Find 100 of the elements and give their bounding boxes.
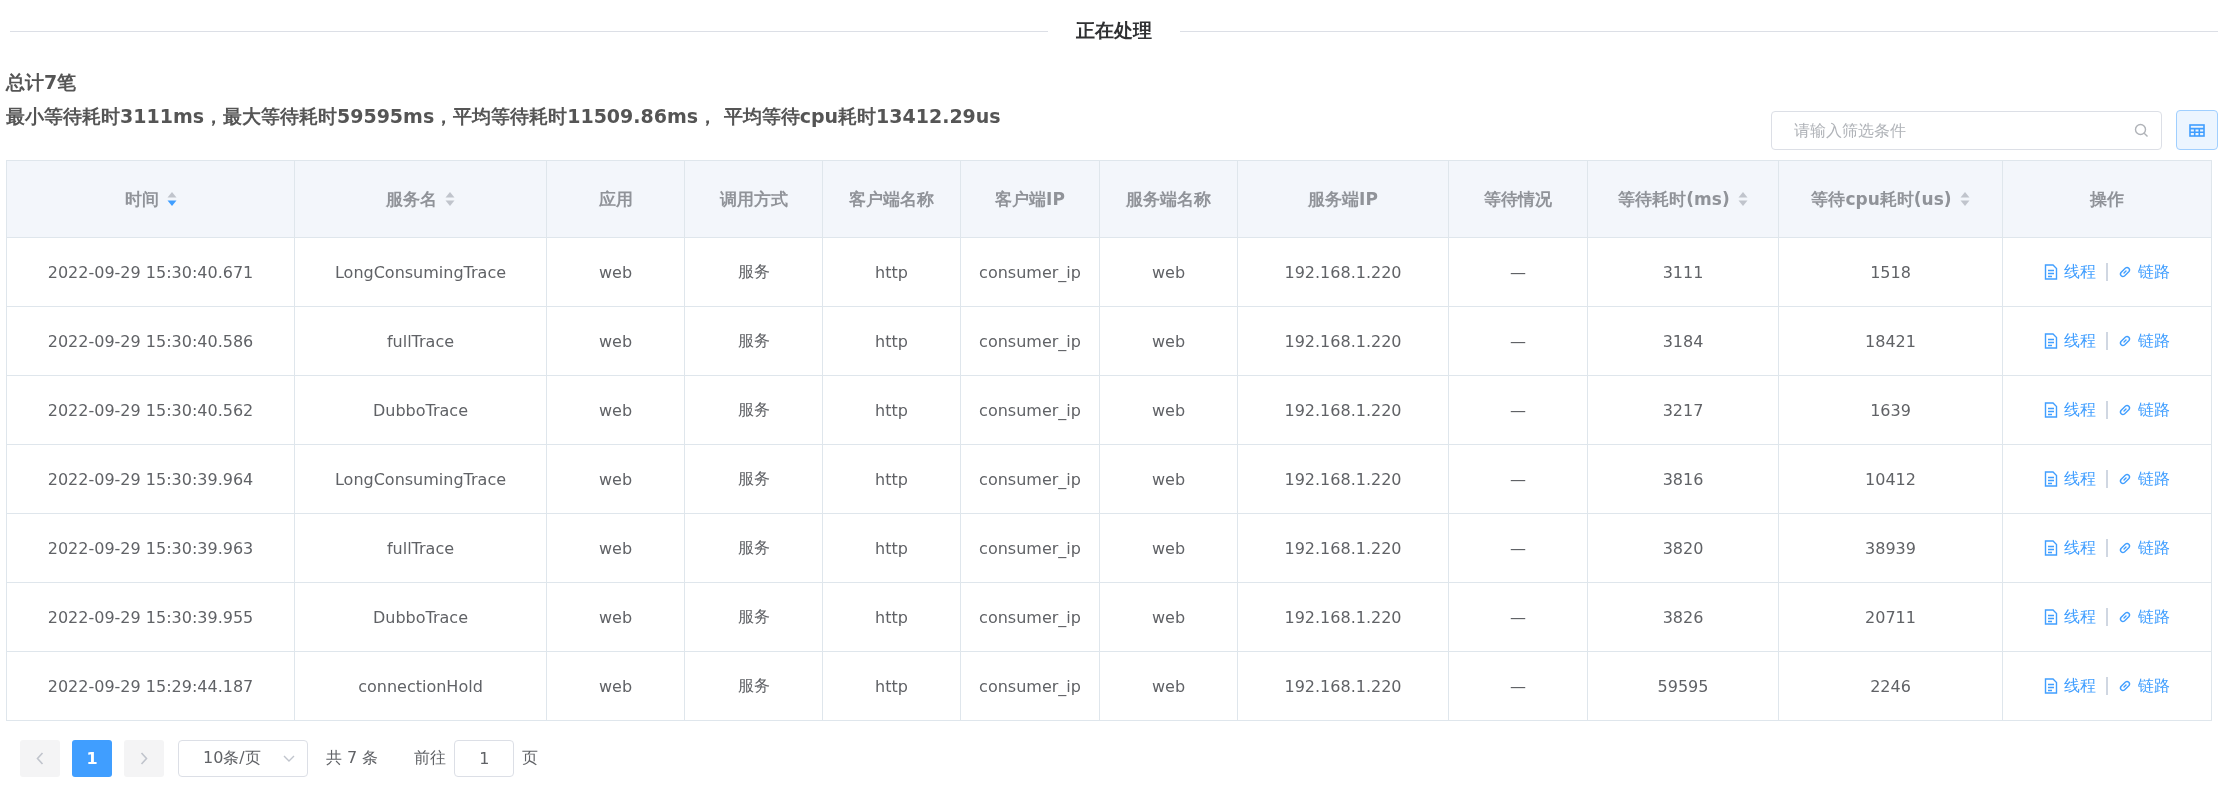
table-cell: — [1448, 306, 1588, 376]
page-size-select[interactable]: 10条/页 [178, 740, 308, 777]
table-cell: http [822, 651, 961, 721]
table-cell: web [546, 237, 685, 307]
table-cell: — [1448, 513, 1588, 583]
thread-link[interactable]: 线程 [2044, 330, 2096, 352]
thread-link[interactable]: 线程 [2044, 261, 2096, 283]
trace-link[interactable]: 链路 [2118, 675, 2170, 697]
trace-link[interactable]: 链路 [2118, 330, 2170, 352]
table-cell: consumer_ip [960, 513, 1100, 583]
table-cell: 3826 [1587, 582, 1779, 652]
total-label: 共 7 条 [326, 748, 379, 769]
column-header: 客户端IP [995, 187, 1065, 211]
sort-icon[interactable] [445, 191, 455, 207]
page-suffix-label: 页 [522, 748, 539, 769]
table-cell: web [546, 375, 685, 445]
document-icon [2044, 471, 2058, 487]
column-header: 调用方式 [719, 187, 788, 211]
search-input[interactable]: 请输入筛选条件 [1792, 119, 2134, 141]
table-cell: web [1099, 237, 1238, 307]
table-cell: web [1099, 306, 1238, 376]
thread-link[interactable]: 线程 [2044, 606, 2096, 628]
table-cell: web [546, 444, 685, 514]
sort-icon[interactable] [1737, 191, 1748, 207]
document-icon [2044, 333, 2058, 349]
table-cell: 192.168.1.220 [1237, 306, 1449, 376]
table-cell: http [822, 444, 961, 514]
table-cell: 服务 [684, 444, 823, 514]
trace-link[interactable]: 链路 [2118, 606, 2170, 628]
column-header: 客户端名称 [849, 187, 934, 211]
table-cell: 192.168.1.220 [1237, 444, 1449, 514]
table-cell: 服务 [684, 513, 823, 583]
table-cell: http [822, 375, 961, 445]
total-count: 总计7笔 [6, 70, 78, 95]
document-icon [2044, 264, 2058, 280]
search-field[interactable]: 请输入筛选条件 [1771, 110, 2162, 150]
sort-icon[interactable] [1959, 191, 1970, 207]
table-cell: consumer_ip [960, 237, 1100, 307]
table-cell: 192.168.1.220 [1237, 513, 1449, 583]
column-header[interactable]: 时间 [124, 187, 159, 211]
table-cell: consumer_ip [960, 444, 1100, 514]
table-cell: 1518 [1778, 237, 2003, 307]
table-cell: fullTrace [294, 513, 547, 583]
thread-link[interactable]: 线程 [2044, 537, 2096, 559]
table-view-button[interactable] [2176, 110, 2218, 150]
link-icon [2118, 334, 2132, 348]
thread-link[interactable]: 线程 [2044, 675, 2096, 697]
table-cell: http [822, 582, 961, 652]
thread-link[interactable]: 线程 [2044, 399, 2096, 421]
table-cell: web [1099, 651, 1238, 721]
column-header[interactable]: 等待耗时(ms) [1618, 187, 1730, 211]
table-cell: 服务 [684, 582, 823, 652]
column-header: 服务端名称 [1126, 187, 1211, 211]
table-cell: LongConsumingTrace [294, 237, 547, 307]
wait-stats-summary: 最小等待耗时3111ms，最大等待耗时59595ms，平均等待耗时11509.86ms， 平均等待cpu耗时13412.29us [6, 104, 1001, 129]
table-cell: web [546, 513, 685, 583]
table-cell: 3820 [1587, 513, 1779, 583]
column-header: 等待情况 [1484, 187, 1552, 211]
table-cell: 2022-09-29 15:30:40.671 [6, 237, 295, 307]
column-header[interactable]: 等待cpu耗时(us) [1811, 187, 1952, 211]
trace-link[interactable]: 链路 [2118, 537, 2170, 559]
table-cell: consumer_ip [960, 651, 1100, 721]
column-header[interactable]: 服务名 [386, 187, 437, 211]
trace-link[interactable]: 链路 [2118, 261, 2170, 283]
link-icon [2118, 472, 2132, 486]
page-number-button[interactable]: 1 [72, 740, 112, 777]
table-cell: 2246 [1778, 651, 2003, 721]
trace-link[interactable]: 链路 [2118, 468, 2170, 490]
link-icon [2118, 541, 2132, 555]
table-cell: http [822, 237, 961, 307]
table-cell: 192.168.1.220 [1237, 237, 1449, 307]
goto-page-input[interactable]: 1 [454, 740, 515, 777]
table-cell: 服务 [684, 375, 823, 445]
table-cell: 2022-09-29 15:30:40.586 [6, 306, 295, 376]
trace-link[interactable]: 链路 [2118, 399, 2170, 421]
table-cell: web [546, 582, 685, 652]
column-header: 操作 [2090, 187, 2124, 211]
table-cell: connectionHold [294, 651, 547, 721]
table-cell: 服务 [684, 306, 823, 376]
table-cell: web [1099, 375, 1238, 445]
table-cell: consumer_ip [960, 375, 1100, 445]
table-cell: DubboTrace [294, 582, 547, 652]
thread-link[interactable]: 线程 [2044, 468, 2096, 490]
document-icon [2044, 402, 2058, 418]
table-cell: 38939 [1778, 513, 2003, 583]
table-cell: LongConsumingTrace [294, 444, 547, 514]
table-cell: 2022-09-29 15:30:39.964 [6, 444, 295, 514]
table-cell: 10412 [1778, 444, 2003, 514]
table-cell: 192.168.1.220 [1237, 651, 1449, 721]
section-title: 正在处理 [1076, 18, 1152, 43]
table-cell: 服务 [684, 651, 823, 721]
table-cell: 1639 [1778, 375, 2003, 445]
table-cell: web [546, 306, 685, 376]
table-cell: 18421 [1778, 306, 2003, 376]
table-cell: 3816 [1587, 444, 1779, 514]
document-icon [2044, 609, 2058, 625]
search-icon [2134, 122, 2149, 138]
sort-icon[interactable] [166, 191, 177, 207]
chevron-down-icon [283, 755, 295, 762]
chevron-right-icon [140, 752, 148, 765]
